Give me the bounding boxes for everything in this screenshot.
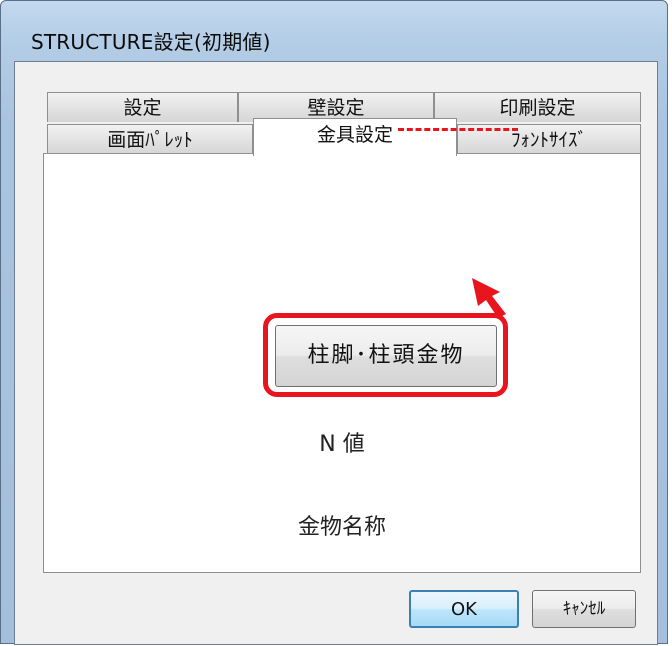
tab-screen-palette-label: 画面ﾊﾟﾚｯﾄ (107, 129, 193, 151)
hardware-name-label: 金物名称 (297, 515, 386, 540)
dashed-annotation-line (398, 128, 518, 131)
tab-settings-label: 設定 (123, 97, 162, 119)
cancel-button[interactable]: ｷｬﾝｾﾙ (532, 590, 636, 628)
dialog-body: 設定 壁設定 印刷設定 画面ﾊﾟﾚｯﾄ 金具設定 ﾌｫﾝﾄｻｲｽﾞ 柱脚･柱頭金… (14, 61, 658, 645)
column-base-head-hardware-button[interactable]: 柱脚･柱頭金物 (275, 325, 497, 387)
arrow-pointer-icon (472, 278, 506, 318)
hardware-settings-panel: 柱脚･柱頭金物 N 値 金物名称 (43, 153, 641, 573)
tab-print-settings-label: 印刷設定 (499, 97, 576, 119)
ok-button[interactable]: OK (409, 590, 519, 628)
dialog-window: STRUCTURE設定(初期値) 設定 壁設定 印刷設定 画面ﾊﾟﾚｯﾄ 金具設… (0, 0, 668, 645)
tab-hardware-settings-label: 金具設定 (316, 124, 393, 146)
tab-settings[interactable]: 設定 (47, 92, 238, 122)
tab-print-settings[interactable]: 印刷設定 (434, 92, 641, 122)
tab-screen-palette[interactable]: 画面ﾊﾟﾚｯﾄ (47, 124, 253, 154)
title-bar[interactable]: STRUCTURE設定(初期値) (1, 1, 667, 59)
n-value-label: N 値 (319, 432, 365, 457)
window-title: STRUCTURE設定(初期値) (31, 30, 271, 54)
tab-hardware-settings[interactable]: 金具設定 (253, 118, 457, 156)
